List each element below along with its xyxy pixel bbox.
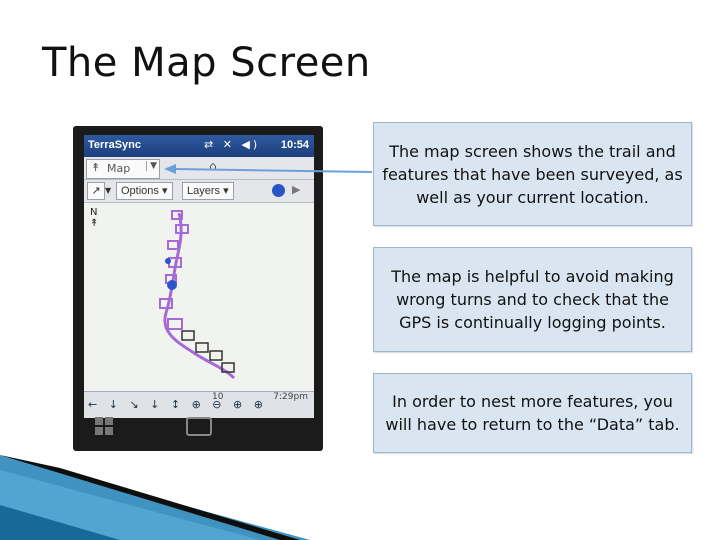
decorative-swoosh — [0, 455, 310, 540]
